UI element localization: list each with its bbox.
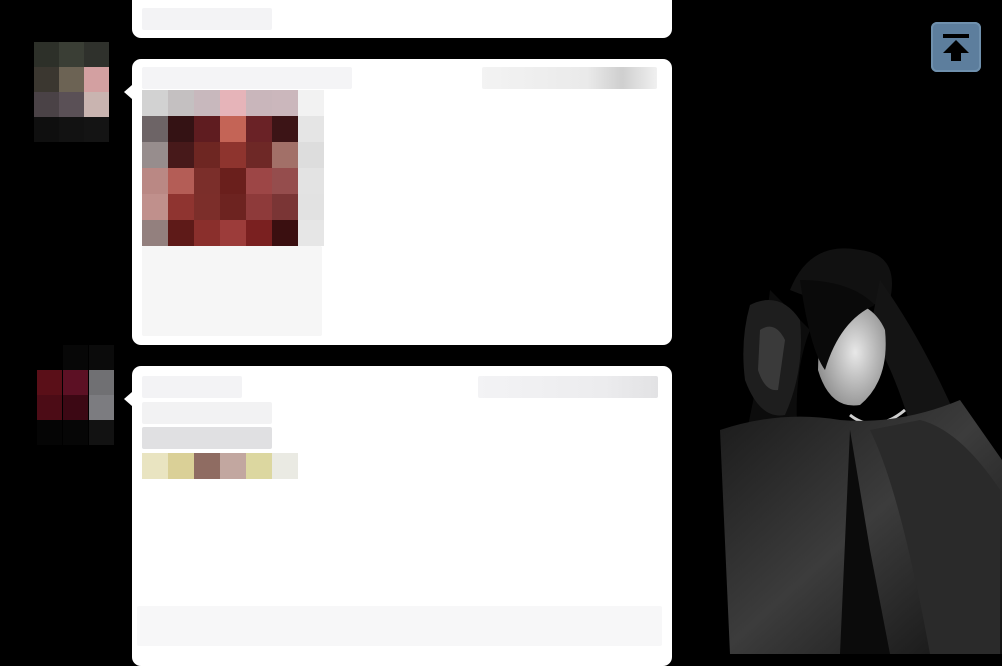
post-card-partial-top	[132, 0, 672, 38]
color-swatch	[194, 453, 220, 479]
color-swatch-row	[142, 453, 298, 479]
color-swatch	[246, 453, 272, 479]
avatar-pixel	[89, 345, 114, 370]
blurred-text	[142, 8, 272, 30]
avatar-pixel	[34, 67, 59, 92]
post-footer-blurred	[137, 606, 662, 646]
post-meta-blurred	[482, 67, 657, 89]
color-swatch	[142, 453, 168, 479]
avatar-pixel	[37, 345, 62, 370]
avatar-post2[interactable]	[37, 345, 115, 445]
image-pixel	[246, 90, 272, 116]
color-swatch	[272, 453, 298, 479]
avatar-pixel	[59, 92, 84, 117]
image-pixel	[194, 168, 220, 194]
avatar-pixel	[84, 117, 109, 142]
image-pixel	[142, 168, 168, 194]
post-image[interactable]	[142, 90, 324, 246]
post-card	[132, 366, 672, 666]
image-pixel	[168, 116, 194, 142]
image-pixel	[298, 142, 324, 168]
image-pixel	[246, 194, 272, 220]
image-pixel	[168, 142, 194, 168]
avatar-post1[interactable]	[34, 42, 109, 142]
image-pixel	[298, 90, 324, 116]
image-pixel	[194, 194, 220, 220]
image-pixel	[272, 142, 298, 168]
image-pixel	[220, 142, 246, 168]
post-card	[132, 59, 672, 345]
post-author-blurred[interactable]	[142, 376, 242, 398]
image-pixel	[298, 116, 324, 142]
image-pixel	[272, 194, 298, 220]
image-pixel	[246, 116, 272, 142]
image-pixel	[142, 194, 168, 220]
avatar-pixel	[37, 420, 62, 445]
avatar-pixel	[37, 370, 62, 395]
post-meta-blurred	[478, 376, 658, 398]
card-arrow	[124, 392, 132, 406]
avatar-pixel	[34, 117, 59, 142]
image-pixel	[220, 90, 246, 116]
avatar-pixel	[63, 395, 88, 420]
image-pixel	[194, 220, 220, 246]
image-pixel	[194, 142, 220, 168]
image-pixel	[142, 116, 168, 142]
image-pixel	[246, 220, 272, 246]
avatar-pixel	[89, 370, 114, 395]
image-pixel	[142, 90, 168, 116]
post-text-blurred	[142, 402, 272, 424]
card-arrow	[124, 85, 132, 99]
image-pixel	[272, 220, 298, 246]
image-pixel	[142, 142, 168, 168]
image-pixel	[220, 194, 246, 220]
avatar-pixel	[34, 42, 59, 67]
avatar-pixel	[59, 117, 84, 142]
image-pixel	[168, 194, 194, 220]
avatar-pixel	[84, 92, 109, 117]
image-pixel	[168, 90, 194, 116]
image-pixel	[298, 220, 324, 246]
image-pixel	[298, 194, 324, 220]
arrow-up-to-line-icon	[943, 34, 969, 61]
avatar-pixel	[84, 42, 109, 67]
color-swatch	[220, 453, 246, 479]
avatar-pixel	[63, 370, 88, 395]
image-pixel	[272, 168, 298, 194]
image-pixel	[246, 142, 272, 168]
avatar-pixel	[89, 395, 114, 420]
color-swatch	[168, 453, 194, 479]
avatar-pixel	[63, 420, 88, 445]
image-pixel	[298, 168, 324, 194]
image-pixel	[272, 116, 298, 142]
avatar-pixel	[84, 67, 109, 92]
avatar-pixel	[59, 42, 84, 67]
caption-blurred	[142, 246, 322, 336]
image-pixel	[220, 220, 246, 246]
image-pixel	[142, 220, 168, 246]
avatar-pixel	[59, 67, 84, 92]
image-pixel	[246, 168, 272, 194]
background-portrait-image	[720, 248, 1002, 654]
image-pixel	[168, 168, 194, 194]
image-pixel	[194, 116, 220, 142]
avatar-pixel	[63, 345, 88, 370]
image-pixel	[220, 116, 246, 142]
post-text-blurred	[142, 427, 272, 449]
image-pixel	[168, 220, 194, 246]
avatar-pixel	[34, 92, 59, 117]
post-author-blurred[interactable]	[142, 67, 352, 89]
image-pixel	[220, 168, 246, 194]
avatar-pixel	[89, 420, 114, 445]
avatar-pixel	[37, 395, 62, 420]
image-pixel	[272, 90, 298, 116]
scroll-to-top-button[interactable]	[931, 22, 981, 72]
image-pixel	[194, 90, 220, 116]
